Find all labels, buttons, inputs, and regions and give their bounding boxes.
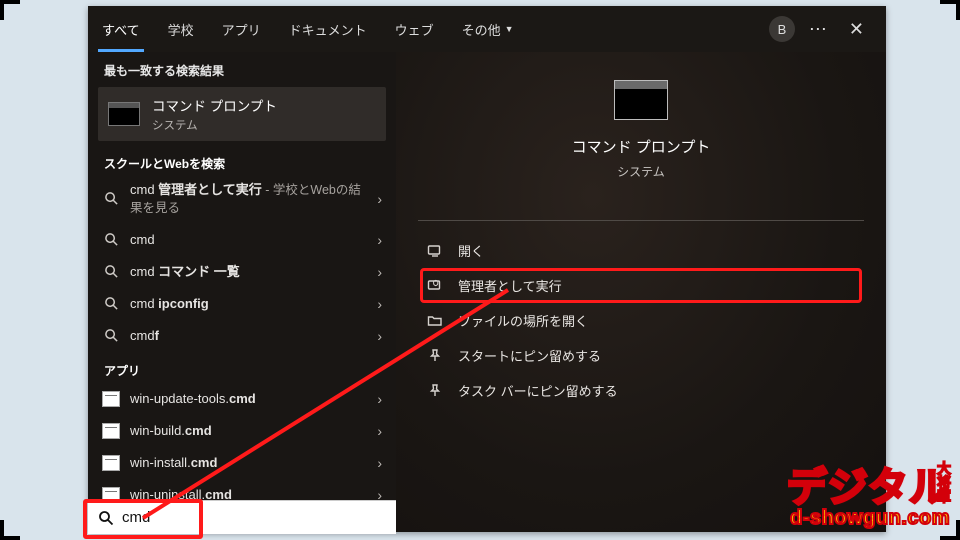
best-match-heading: 最も一致する検索結果 (88, 52, 396, 85)
search-suggestion[interactable]: cmd ipconfig › (88, 288, 396, 320)
search-icon (102, 327, 120, 345)
open-icon (426, 242, 444, 260)
apps-heading: アプリ (88, 352, 396, 383)
app-result[interactable]: win-install.cmd › (88, 447, 396, 479)
watermark-side: 大将軍 (934, 461, 954, 503)
preview-title: コマンド プロンプト (572, 136, 711, 157)
folder-icon (426, 312, 444, 330)
tab-school[interactable]: 学校 (154, 6, 208, 52)
cmd-thumbnail-icon (614, 80, 668, 120)
action-label: ファイルの場所を開く (458, 311, 588, 330)
cmd-thumbnail-icon (108, 102, 140, 126)
tabs: すべて 学校 アプリ ドキュメント ウェブ その他 ▼ (88, 6, 528, 52)
action-run-as-admin[interactable]: 管理者として実行 (422, 270, 860, 301)
suggestion-label: cmdf (130, 327, 367, 345)
document-icon (102, 454, 120, 472)
app-result-label: win-build.cmd (130, 422, 367, 440)
tab-web[interactable]: ウェブ (381, 6, 448, 52)
search-bar (88, 500, 396, 534)
avatar[interactable]: B (769, 16, 795, 42)
search-flyout: すべて 学校 アプリ ドキュメント ウェブ その他 ▼ B ⋯ ✕ 最も一致する… (88, 6, 886, 532)
tab-apps[interactable]: アプリ (208, 6, 275, 52)
tab-bar: すべて 学校 アプリ ドキュメント ウェブ その他 ▼ B ⋯ ✕ (88, 6, 886, 52)
more-icon[interactable]: ⋯ (809, 19, 829, 40)
close-icon[interactable]: ✕ (843, 15, 870, 44)
pin-icon (426, 347, 444, 365)
divider (418, 220, 864, 221)
best-match-title: コマンド プロンプト (152, 95, 277, 115)
search-icon (102, 263, 120, 281)
suggestion-label: cmd (130, 231, 367, 249)
shield-icon (426, 277, 444, 295)
search-icon (98, 510, 114, 526)
preview-subtitle: システム (617, 163, 665, 180)
document-icon (102, 422, 120, 440)
chevron-right-icon: › (377, 391, 382, 407)
app-result-label: win-update-tools.cmd (130, 390, 367, 408)
chevron-right-icon: › (377, 455, 382, 471)
tab-more[interactable]: その他 ▼ (448, 6, 528, 52)
suggestion-label: cmd 管理者として実行 - 学校とWebの結果を見る (130, 181, 367, 217)
chevron-right-icon: › (377, 328, 382, 344)
action-pin-to-start[interactable]: スタートにピン留めする (422, 340, 860, 371)
app-result[interactable]: win-build.cmd › (88, 415, 396, 447)
search-suggestion[interactable]: cmd › (88, 224, 396, 256)
chevron-right-icon: › (377, 232, 382, 248)
action-label: タスク バーにピン留めする (458, 381, 618, 400)
chevron-right-icon: › (377, 423, 382, 439)
search-input[interactable] (122, 509, 386, 526)
tab-more-label: その他 (462, 20, 501, 39)
chevron-down-icon: ▼ (505, 24, 514, 34)
tab-all[interactable]: すべて (88, 6, 154, 52)
preview-pane: コマンド プロンプト システム 開く 管理者として実行 (396, 52, 886, 532)
best-match-item[interactable]: コマンド プロンプト システム (98, 87, 386, 141)
search-icon (102, 295, 120, 313)
action-label: 管理者として実行 (458, 276, 562, 295)
search-web-heading: スクールとWebを検索 (88, 145, 396, 174)
action-open[interactable]: 開く (422, 235, 860, 266)
pin-icon (426, 382, 444, 400)
search-icon (102, 231, 120, 249)
tab-documents[interactable]: ドキュメント (275, 6, 381, 52)
results-column: 最も一致する検索結果 コマンド プロンプト システム スクールとWebを検索 c… (88, 52, 396, 532)
best-match-subtitle: システム (152, 117, 277, 133)
search-suggestion[interactable]: cmdf › (88, 320, 396, 352)
action-label: 開く (458, 241, 484, 260)
action-open-file-location[interactable]: ファイルの場所を開く (422, 305, 860, 336)
action-pin-to-taskbar[interactable]: タスク バーにピン留めする (422, 375, 860, 406)
document-icon (102, 390, 120, 408)
action-label: スタートにピン留めする (458, 346, 601, 365)
search-icon (102, 190, 120, 208)
search-suggestion[interactable]: cmd コマンド 一覧 › (88, 256, 396, 288)
chevron-right-icon: › (377, 191, 382, 207)
search-suggestion[interactable]: cmd 管理者として実行 - 学校とWebの結果を見る › (88, 174, 396, 224)
suggestion-label: cmd コマンド 一覧 (130, 263, 367, 281)
titlebar-controls: B ⋯ ✕ (769, 6, 880, 52)
chevron-right-icon: › (377, 264, 382, 280)
app-result-label: win-install.cmd (130, 454, 367, 472)
app-result[interactable]: win-update-tools.cmd › (88, 383, 396, 415)
suggestion-label: cmd ipconfig (130, 295, 367, 313)
chevron-right-icon: › (377, 296, 382, 312)
